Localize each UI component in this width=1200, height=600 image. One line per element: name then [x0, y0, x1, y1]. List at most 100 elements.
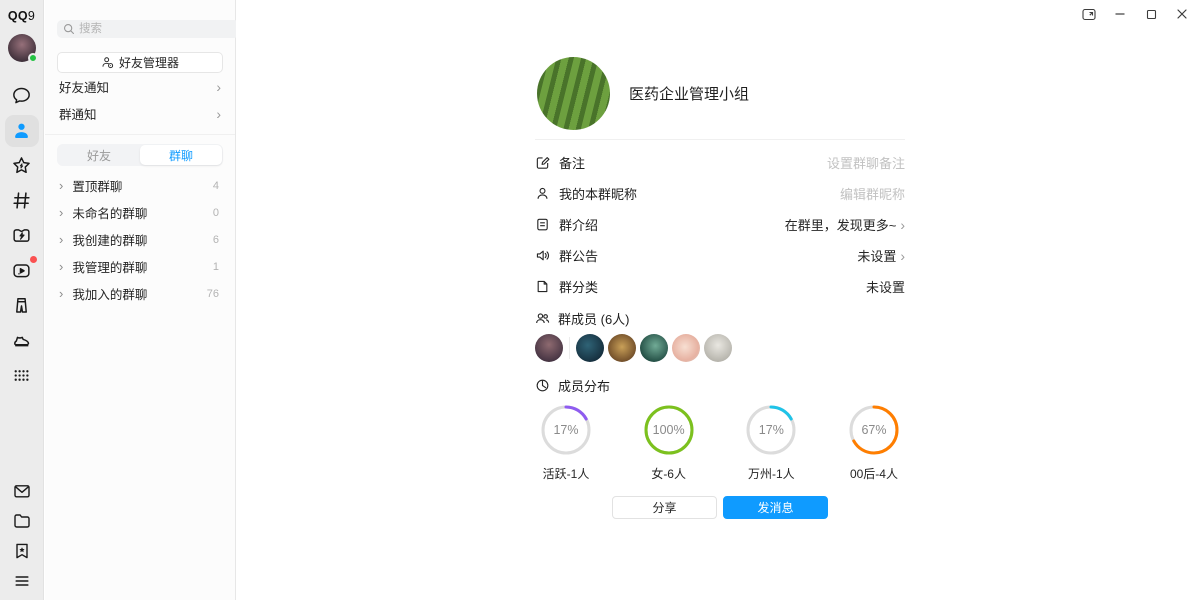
tab-friends[interactable]: 好友 — [58, 145, 140, 165]
owner-separator — [569, 337, 570, 359]
document-icon — [535, 217, 550, 232]
group-category-pinned[interactable]: › 置顶群聊 4 — [45, 172, 235, 199]
expand-chevron-icon: › — [59, 259, 63, 274]
chevron-right-icon: › — [216, 107, 221, 121]
contacts-tabbar: 好友 群聊 — [57, 144, 223, 166]
distribution-label: 成员分布 — [558, 376, 610, 395]
row-value: 未设置 — [866, 277, 905, 296]
group-category-managed[interactable]: › 我管理的群聊 1 — [45, 253, 235, 280]
mini-window-icon[interactable] — [1082, 7, 1096, 21]
menu-icon[interactable] — [5, 566, 39, 596]
donut-active: 17% 活跃-1人 — [535, 404, 597, 482]
row-label: 备注 — [559, 153, 585, 172]
contacts-panel: + 好友管理器 好友通知 › 群通知 › 好友 群聊 › 置顶群聊 4 › 未命… — [45, 0, 236, 600]
trousers-icon[interactable] — [5, 288, 39, 323]
group-name: 医药企业管理小组 — [629, 83, 749, 104]
group-category-label: 未命名的群聊 — [72, 203, 147, 222]
apps-grid-icon[interactable] — [5, 358, 39, 393]
mail-icon[interactable] — [5, 476, 39, 506]
notification-red-dot — [30, 256, 37, 263]
pie-chart-icon — [535, 378, 550, 393]
folder-icon[interactable] — [5, 506, 39, 536]
member-avatar[interactable] — [608, 334, 636, 362]
speaker-icon — [535, 248, 550, 263]
row-label: 群公告 — [559, 246, 598, 265]
minimize-icon[interactable] — [1113, 7, 1127, 21]
donut-label: 万州-1人 — [748, 465, 795, 482]
donut-gender: 100% 女-6人 — [638, 404, 700, 482]
group-profile-main: 医药企业管理小组 备注 设置群聊备注 我的本群昵称 编辑群昵称 — [236, 0, 1200, 600]
distribution-section-title: 成员分布 — [535, 375, 905, 395]
friend-manager-icon — [101, 56, 114, 69]
group-category-count: 0 — [213, 207, 219, 219]
row-value: 编辑群昵称 — [840, 184, 905, 203]
member-avatar[interactable] — [704, 334, 732, 362]
chevron-right-icon: › — [900, 217, 905, 233]
chevron-right-icon: › — [900, 248, 905, 264]
expand-chevron-icon: › — [59, 205, 63, 220]
edit-note-icon — [535, 155, 550, 170]
close-icon[interactable] — [1175, 7, 1189, 21]
contacts-icon[interactable] — [5, 115, 39, 147]
member-avatar[interactable] — [640, 334, 668, 362]
group-category-count: 1 — [213, 261, 219, 273]
user-avatar[interactable] — [8, 34, 36, 62]
group-category-count: 6 — [213, 234, 219, 246]
donut-percent: 17% — [745, 404, 797, 456]
member-avatar[interactable] — [576, 334, 604, 362]
favorites-star-icon[interactable] — [5, 148, 39, 183]
member-avatar[interactable] — [535, 334, 563, 362]
friend-notice-item[interactable]: 好友通知 › — [59, 73, 221, 100]
group-category-count: 4 — [213, 180, 219, 192]
row-label: 群分类 — [559, 277, 598, 296]
donut-region: 17% 万州-1人 — [740, 404, 802, 482]
group-category-joined[interactable]: › 我加入的群聊 76 — [45, 280, 235, 307]
donut-label: 00后-4人 — [850, 465, 898, 482]
maximize-icon[interactable] — [1144, 7, 1158, 21]
expand-chevron-icon: › — [59, 178, 63, 193]
chevron-right-icon: › — [216, 80, 221, 94]
row-group-announcement[interactable]: 群公告 未设置 › — [535, 240, 905, 271]
send-message-button[interactable]: 发消息 — [723, 496, 828, 519]
rail-bottom-nav — [5, 476, 39, 596]
search-input[interactable] — [57, 20, 239, 38]
row-remark[interactable]: 备注 设置群聊备注 — [535, 147, 905, 178]
group-category-label: 我管理的群聊 — [72, 257, 147, 276]
group-category-created[interactable]: › 我创建的群聊 6 — [45, 226, 235, 253]
members-count-label: 群成员 (6人) — [558, 309, 630, 328]
topics-hash-icon[interactable] — [5, 183, 39, 218]
row-group-category[interactable]: 群分类 未设置 — [535, 271, 905, 302]
share-button[interactable]: 分享 — [612, 496, 717, 519]
row-value: 在群里，发现更多~ — [785, 215, 897, 234]
group-category-unnamed[interactable]: › 未命名的群聊 0 — [45, 199, 235, 226]
group-avatar[interactable] — [537, 57, 610, 130]
group-notice-item[interactable]: 群通知 › — [59, 100, 221, 127]
row-value: 设置群聊备注 — [827, 153, 905, 172]
tab-groups[interactable]: 群聊 — [140, 145, 222, 165]
row-label: 群介绍 — [559, 215, 598, 234]
window-controls — [1082, 7, 1189, 21]
mini-world-video-icon[interactable] — [5, 253, 39, 288]
expand-chevron-icon: › — [59, 232, 63, 247]
group-category-label: 置顶群聊 — [72, 176, 122, 195]
sneaker-icon[interactable] — [5, 323, 39, 358]
row-group-intro[interactable]: 群介绍 在群里，发现更多~ › — [535, 209, 905, 240]
donut-percent: 100% — [643, 404, 695, 456]
rail-nav — [5, 78, 39, 393]
member-distribution-charts: 17% 活跃-1人 100% 女-6人 17% 万州-1人 — [535, 404, 905, 482]
row-my-nickname[interactable]: 我的本群昵称 编辑群昵称 — [535, 178, 905, 209]
donut-label: 女-6人 — [651, 465, 686, 482]
label-tag-icon — [535, 279, 550, 294]
donut-percent: 17% — [540, 404, 592, 456]
donut-label: 活跃-1人 — [543, 465, 590, 482]
bookmark-collection-icon[interactable] — [5, 536, 39, 566]
group-notice-label: 群通知 — [59, 104, 97, 123]
friend-manager-button[interactable]: 好友管理器 — [57, 52, 223, 73]
group-category-list: › 置顶群聊 4 › 未命名的群聊 0 › 我创建的群聊 6 › 我管理的群聊 … — [45, 172, 235, 307]
member-avatar[interactable] — [672, 334, 700, 362]
expand-chevron-icon: › — [59, 286, 63, 301]
app-logo: QQ9 — [8, 9, 35, 23]
messages-icon[interactable] — [5, 78, 39, 113]
row-label: 我的本群昵称 — [559, 184, 637, 203]
game-center-icon[interactable] — [5, 218, 39, 253]
